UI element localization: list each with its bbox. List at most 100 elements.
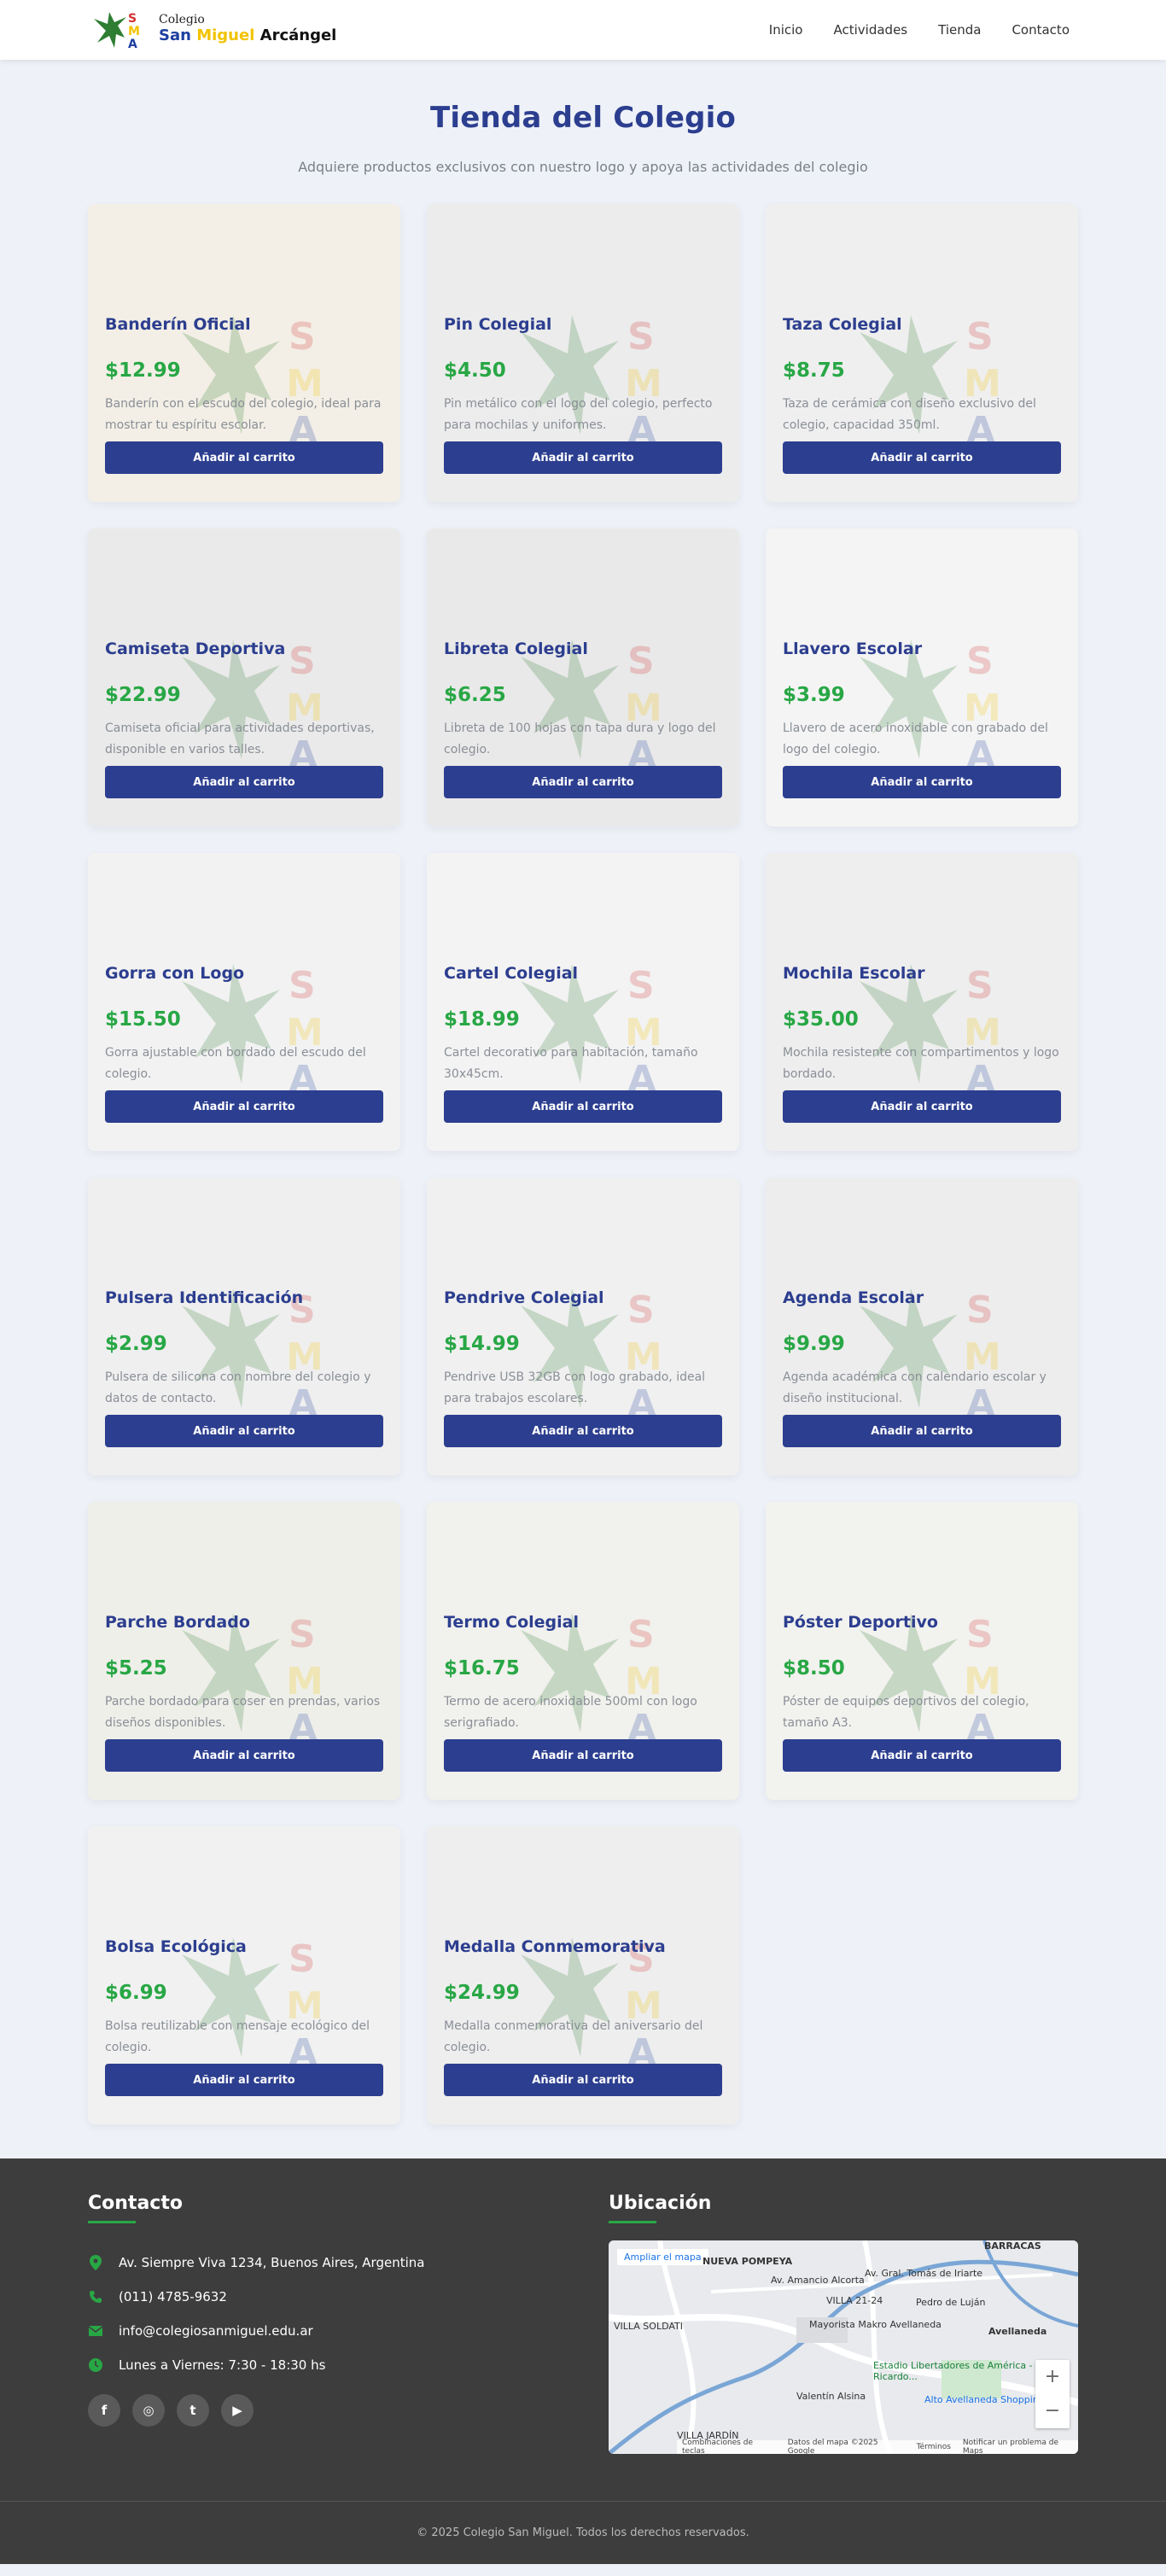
product-description: Agenda académica con calendario escolar … <box>783 1370 1046 1405</box>
map-attribution: Combinaciones de teclas Datos del mapa ©… <box>677 2439 1078 2454</box>
product-price: $15.50 <box>105 1008 181 1031</box>
contact-email: info@colegiosanmiguel.edu.ar <box>88 2314 566 2348</box>
add-to-cart-button[interactable]: Añadir al carrito <box>444 1090 722 1123</box>
product-price: $14.99 <box>444 1333 520 1355</box>
product-description: Pin metálico con el logo del colegio, pe… <box>444 397 713 432</box>
svg-text:S: S <box>128 12 137 26</box>
product-card: S M A Cartel Colegial $18.99 Cartel deco… <box>427 853 739 1151</box>
site-header: S M A Colegio San Miguel Arcángel Inicio… <box>0 0 1166 60</box>
product-price: $4.50 <box>444 359 506 382</box>
add-to-cart-button[interactable]: Añadir al carrito <box>783 1090 1061 1123</box>
product-description: Termo de acero inoxidable 500ml con logo… <box>444 1695 697 1730</box>
product-grid: S M A Banderín Oficial $12.99 Banderín c… <box>88 204 1078 2124</box>
add-to-cart-button[interactable]: Añadir al carrito <box>105 441 383 474</box>
twitter-icon[interactable]: t <box>177 2394 209 2427</box>
product-price: $2.99 <box>105 1333 167 1355</box>
add-to-cart-button[interactable]: Añadir al carrito <box>783 1415 1061 1447</box>
product-price: $16.75 <box>444 1657 520 1679</box>
product-description: Llavero de acero inoxidable con grabado … <box>783 721 1048 756</box>
add-to-cart-button[interactable]: Añadir al carrito <box>783 1739 1061 1772</box>
svg-text:A: A <box>128 38 137 50</box>
product-description: Pendrive USB 32GB con logo grabado, idea… <box>444 1370 706 1405</box>
envelope-icon <box>88 2323 103 2339</box>
product-card: S M A Mochila Escolar $35.00 Mochila res… <box>766 853 1078 1151</box>
product-price: $9.99 <box>783 1333 845 1355</box>
product-price: $3.99 <box>783 684 845 706</box>
product-name: Llavero Escolar <box>783 640 923 658</box>
product-price: $12.99 <box>105 359 181 382</box>
youtube-icon[interactable]: ▶ <box>221 2394 254 2427</box>
product-price: $8.75 <box>783 359 845 382</box>
product-card: S M A Termo Colegial $16.75 Termo de ace… <box>427 1502 739 1800</box>
nav-contacto[interactable]: Contacto <box>1012 22 1070 38</box>
location-title: Ubicación <box>609 2193 712 2214</box>
product-card: S M A Pin Colegial $4.50 Pin metálico co… <box>427 204 739 502</box>
zoom-out-icon[interactable]: − <box>1035 2394 1070 2428</box>
product-name: Pin Colegial <box>444 315 552 334</box>
product-price: $35.00 <box>783 1008 859 1031</box>
product-price: $24.99 <box>444 1982 520 2004</box>
product-name: Termo Colegial <box>444 1613 580 1632</box>
map-expand-link[interactable]: Ampliar el mapa <box>617 2249 708 2265</box>
map-pin-icon <box>88 2255 103 2270</box>
nav-actividades[interactable]: Actividades <box>834 22 908 38</box>
school-logo[interactable]: S M A Colegio San Miguel Arcángel <box>90 9 337 51</box>
add-to-cart-button[interactable]: Añadir al carrito <box>105 766 383 798</box>
product-price: $22.99 <box>105 684 181 706</box>
product-name: Medalla Conmemorativa <box>444 1937 666 1956</box>
product-card: S M A Pendrive Colegial $14.99 Pendrive … <box>427 1177 739 1475</box>
svg-text:M: M <box>128 25 140 38</box>
product-description: Parche bordado para coser en prendas, va… <box>105 1695 381 1730</box>
product-name: Libreta Colegial <box>444 640 588 658</box>
nav-tienda[interactable]: Tienda <box>938 22 981 38</box>
add-to-cart-button[interactable]: Añadir al carrito <box>783 766 1061 798</box>
clock-icon <box>88 2357 103 2373</box>
add-to-cart-button[interactable]: Añadir al carrito <box>105 1090 383 1123</box>
zoom-in-icon[interactable]: + <box>1035 2360 1070 2394</box>
product-name: Banderín Oficial <box>105 315 251 334</box>
site-footer: Contacto Av. Siempre Viva 1234, Buenos A… <box>0 2158 1166 2564</box>
add-to-cart-button[interactable]: Añadir al carrito <box>444 1739 722 1772</box>
instagram-icon[interactable]: ◎ <box>132 2394 165 2427</box>
add-to-cart-button[interactable]: Añadir al carrito <box>444 2064 722 2096</box>
phone-icon <box>88 2289 103 2304</box>
product-card: S M A Pulsera Identificación $2.99 Pulse… <box>88 1177 400 1475</box>
product-card: S M A Gorra con Logo $15.50 Gorra ajusta… <box>88 853 400 1151</box>
product-name: Taza Colegial <box>783 315 902 334</box>
footer-contact: Contacto Av. Siempre Viva 1234, Buenos A… <box>88 2193 566 2427</box>
divider <box>609 2221 656 2223</box>
product-card: S M A Póster Deportivo $8.50 Póster de e… <box>766 1502 1078 1800</box>
product-description: Taza de cerámica con diseño exclusivo de… <box>783 397 1036 432</box>
social-links: f ◎ t ▶ <box>88 2394 566 2427</box>
contact-phone: (011) 4785-9632 <box>88 2280 566 2314</box>
product-card: S M A Bolsa Ecológica $6.99 Bolsa reutil… <box>88 1826 400 2124</box>
product-description: Banderín con el escudo del colegio, idea… <box>105 397 382 432</box>
product-price: $8.50 <box>783 1657 845 1679</box>
product-name: Póster Deportivo <box>783 1613 938 1632</box>
facebook-icon[interactable]: f <box>88 2394 120 2427</box>
add-to-cart-button[interactable]: Añadir al carrito <box>105 2064 383 2096</box>
product-card: S M A Libreta Colegial $6.25 Libreta de … <box>427 529 739 827</box>
product-description: Mochila resistente con compartimentos y … <box>783 1046 1059 1081</box>
add-to-cart-button[interactable]: Añadir al carrito <box>444 766 722 798</box>
add-to-cart-button[interactable]: Añadir al carrito <box>444 1415 722 1447</box>
nav-inicio[interactable]: Inicio <box>769 22 803 38</box>
logo-title: San Miguel Arcángel <box>159 26 337 44</box>
product-name: Agenda Escolar <box>783 1288 924 1307</box>
product-name: Mochila Escolar <box>783 964 925 983</box>
product-description: Gorra ajustable con bordado del escudo d… <box>105 1046 366 1081</box>
map-zoom-controls: + − <box>1035 2360 1070 2428</box>
add-to-cart-button[interactable]: Añadir al carrito <box>105 1739 383 1772</box>
product-name: Cartel Colegial <box>444 964 579 983</box>
location-map[interactable]: Ampliar el mapa NUEVA POMPEYA VILLA 21-2… <box>609 2240 1078 2454</box>
product-name: Gorra con Logo <box>105 964 245 983</box>
product-description: Camiseta oficial para actividades deport… <box>105 721 375 756</box>
product-price: $18.99 <box>444 1008 520 1031</box>
add-to-cart-button[interactable]: Añadir al carrito <box>105 1415 383 1447</box>
add-to-cart-button[interactable]: Añadir al carrito <box>783 441 1061 474</box>
contact-address: Av. Siempre Viva 1234, Buenos Aires, Arg… <box>88 2246 566 2280</box>
product-description: Bolsa reutilizable con mensaje ecológico… <box>105 2019 370 2054</box>
main-nav: Inicio Actividades Tienda Contacto <box>769 0 1070 60</box>
shop-main: Tienda del Colegio Adquiere productos ex… <box>0 60 1166 2124</box>
add-to-cart-button[interactable]: Añadir al carrito <box>444 441 722 474</box>
